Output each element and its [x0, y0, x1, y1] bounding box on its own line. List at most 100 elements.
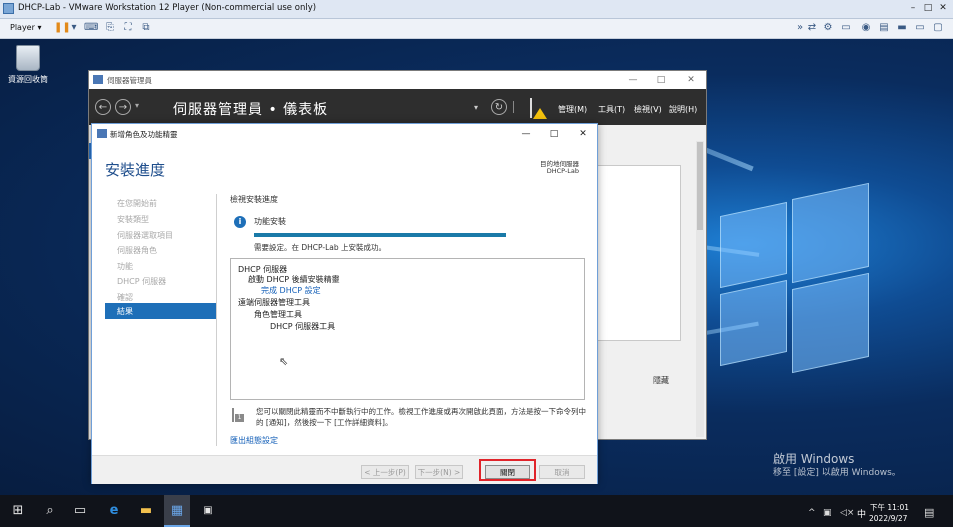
vmware-toolbar: Player ▾ ❚❚ ▾ ⌨ ⎘ ⛶ ⧉ » ⇄ ⚙ ▭ ◉ ▤ ▬ ▭ ▢	[0, 19, 953, 39]
recycle-bin-icon	[16, 45, 40, 71]
edge-icon[interactable]: e	[104, 501, 124, 521]
server-manager-icon	[93, 75, 103, 84]
breadcrumb: 伺服器管理員 • 儀表板	[173, 102, 329, 118]
view-progress-label: 檢視安裝進度	[230, 195, 278, 204]
cancel-button[interactable]: 取消	[539, 465, 585, 479]
close-icon[interactable]: ✕	[685, 74, 697, 87]
dashboard-tile	[589, 165, 681, 341]
display-device-icon[interactable]: ▬	[896, 22, 908, 34]
usb-device-icon[interactable]: ⚙	[822, 22, 834, 34]
cd-drive-icon[interactable]: ◉	[860, 22, 872, 34]
hide-button[interactable]: 隱藏	[653, 375, 669, 386]
step-installation-type: 安裝類型	[117, 215, 149, 224]
minimize-icon[interactable]: –	[907, 2, 919, 15]
printer-device-icon[interactable]: ▭	[914, 22, 926, 34]
chevron-down-icon: ▾	[37, 23, 42, 32]
windows-logo-icon	[720, 169, 870, 389]
network-device-icon[interactable]: ⇄	[806, 22, 818, 34]
send-ctrl-alt-del-icon[interactable]: ⌨	[84, 22, 98, 34]
step-results: 結果	[105, 303, 216, 319]
previous-button[interactable]: < 上一步(P)	[361, 465, 409, 479]
results-list: DHCP 伺服器 啟動 DHCP 後續安裝精靈 完成 DHCP 設定 遠端伺服器…	[230, 258, 585, 400]
more-icon[interactable]: »	[794, 22, 806, 34]
sound-device-icon[interactable]: ▤	[878, 22, 890, 34]
notification-flag-icon: 1	[232, 408, 244, 422]
close-icon[interactable]: ✕	[577, 128, 589, 141]
clock-time[interactable]: 下午 11:01	[870, 502, 909, 513]
step-server-roles: 伺服器角色	[117, 246, 157, 255]
action-center-icon[interactable]: ▤	[924, 506, 934, 519]
vmware-logo-icon	[3, 3, 14, 14]
minimize-icon[interactable]: —	[627, 74, 639, 87]
search-icon[interactable]: ⌕	[40, 501, 60, 521]
server-manager-icon[interactable]: ▦	[167, 501, 187, 521]
maximize-icon[interactable]: □	[922, 2, 934, 15]
wizard-heading: 安裝進度	[105, 161, 166, 179]
vmware-title-bar: DHCP-Lab - VMware Workstation 12 Player …	[0, 0, 953, 19]
warning-icon	[533, 108, 547, 119]
volume-icon[interactable]: ◁×	[840, 508, 854, 518]
step-dhcp-server: DHCP 伺服器	[117, 277, 167, 286]
step-results-label: 結果	[117, 307, 133, 316]
clock-date[interactable]: 2022/9/27	[869, 514, 907, 523]
maximize-icon[interactable]: □	[655, 74, 667, 87]
forward-arrow-icon[interactable]: →	[115, 99, 131, 115]
player-menu[interactable]: Player ▾	[10, 23, 41, 32]
file-explorer-icon[interactable]: ▬	[136, 501, 156, 521]
scrollbar[interactable]	[696, 141, 704, 437]
wizard-title-bar: 新增角色及功能精靈 — □ ✕	[92, 124, 597, 144]
pause-icon[interactable]: ❚❚	[54, 22, 71, 34]
fullscreen-icon[interactable]: ⛶	[122, 22, 134, 34]
dropdown-icon[interactable]: ▾	[474, 103, 478, 112]
vmware-window-title: DHCP-Lab - VMware Workstation 12 Player …	[18, 3, 317, 13]
windows-start-icon[interactable]: ⊞	[8, 501, 28, 521]
player-menu-label: Player	[10, 23, 35, 32]
installation-progress-bar	[254, 233, 506, 237]
server-manager-title-bar: 伺服器管理員 — □ ✕	[89, 71, 706, 89]
unity-icon[interactable]: ⧉	[140, 22, 152, 34]
close-icon[interactable]: ✕	[937, 2, 949, 15]
menu-manage[interactable]: 管理(M)	[558, 104, 587, 115]
export-configuration-link[interactable]: 匯出組態設定	[230, 435, 278, 446]
next-button[interactable]: 下一步(N) >	[415, 465, 463, 479]
add-roles-features-wizard: 新增角色及功能精靈 — □ ✕ 安裝進度 目的地伺服器 DHCP-Lab 在您開…	[91, 123, 598, 484]
step-confirmation: 確認	[117, 293, 133, 302]
info-icon: i	[234, 216, 246, 228]
step-before-you-begin: 在您開始前	[117, 199, 157, 208]
complete-dhcp-configuration-link[interactable]: 完成 DHCP 設定	[261, 285, 321, 296]
mouse-cursor-icon: ⇖	[279, 355, 289, 368]
history-dropdown-icon[interactable]: ▾	[135, 101, 139, 110]
feature-installation-label: 功能安裝	[254, 217, 286, 226]
step-features: 功能	[117, 262, 133, 271]
result-item: 角色管理工具	[254, 310, 302, 319]
server-manager-header: ← → ▾ 伺服器管理員 • 儀表板 ▾ ↻ 管理(M) 工具(T) 檢視(V)…	[89, 89, 706, 125]
result-item: 遠端伺服器管理工具	[238, 298, 310, 307]
message-log-icon[interactable]: ▢	[932, 22, 944, 34]
result-item: DHCP 伺服器工具	[270, 322, 336, 331]
task-view-icon[interactable]: ▭	[70, 501, 90, 521]
hard-disk-icon[interactable]: ▭	[840, 22, 852, 34]
step-server-selection: 伺服器選取項目	[117, 231, 173, 240]
menu-help[interactable]: 說明(H)	[669, 104, 697, 115]
input-method-indicator[interactable]: 中	[857, 507, 866, 520]
menu-view[interactable]: 檢視(V)	[634, 104, 662, 115]
close-wizard-notice: 您可以關閉此精靈而不中斷執行中的工作。檢視工作進度或再次開啟此頁面，方法是按一下…	[256, 407, 586, 427]
minimize-icon[interactable]: —	[520, 128, 532, 141]
dropdown-icon[interactable]: ▾	[68, 22, 80, 34]
recycle-bin[interactable]: 資源回收筒	[6, 45, 50, 85]
recycle-bin-label: 資源回收筒	[8, 75, 48, 84]
server-manager-title: 伺服器管理員	[107, 76, 152, 85]
network-icon[interactable]: ▣	[823, 508, 832, 518]
installation-status-text: 需要設定。在 DHCP-Lab 上安裝成功。	[254, 243, 387, 252]
cmd-icon[interactable]: ▣	[198, 501, 218, 521]
wizard-icon	[97, 129, 107, 138]
show-hidden-icons-icon[interactable]: ^	[808, 508, 816, 518]
removable-devices-icon[interactable]: ⎘	[104, 22, 116, 34]
refresh-icon[interactable]: ↻	[491, 99, 507, 115]
maximize-icon[interactable]: □	[548, 128, 560, 141]
result-item: 啟動 DHCP 後續安裝精靈	[248, 275, 340, 284]
destination-server-name: DHCP-Lab	[546, 167, 579, 175]
menu-tools[interactable]: 工具(T)	[598, 104, 625, 115]
back-arrow-icon[interactable]: ←	[95, 99, 111, 115]
wizard-title: 新增角色及功能精靈	[110, 130, 178, 139]
